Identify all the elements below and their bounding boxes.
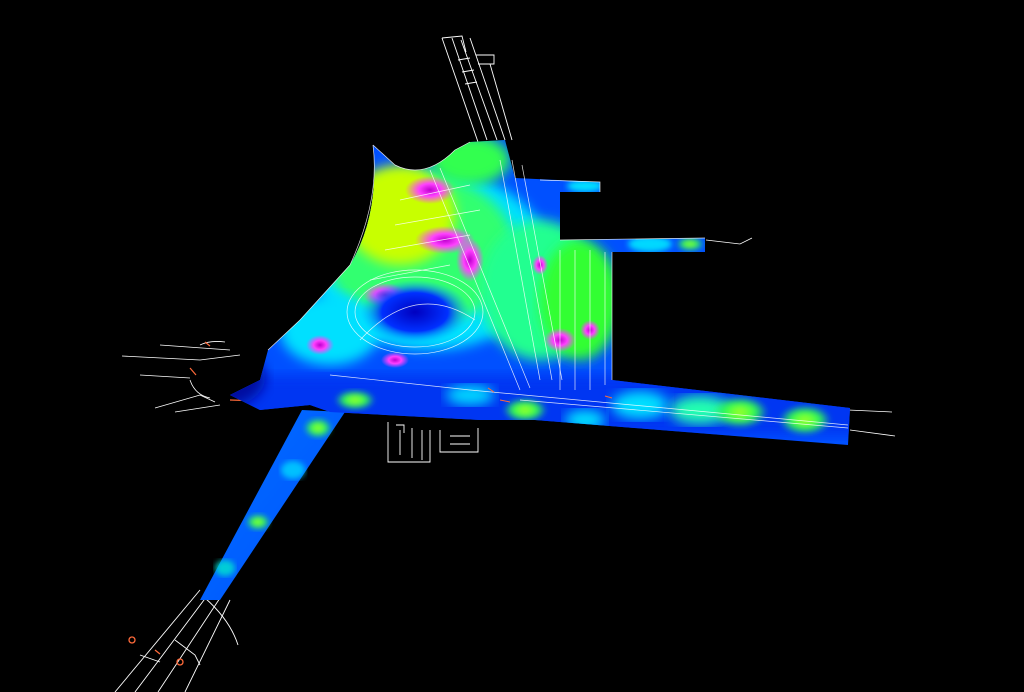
cad-linework-west [121, 341, 241, 413]
heatmap-scene[interactable] [0, 0, 1024, 692]
building-south [387, 422, 479, 463]
map-viewport[interactable] [0, 0, 1024, 692]
roundabout [360, 280, 470, 344]
cad-linework-southwest [114, 589, 239, 692]
heat-southwest-road [200, 410, 345, 600]
cad-linework-north [441, 35, 513, 143]
heat-central-plaza [230, 140, 850, 445]
